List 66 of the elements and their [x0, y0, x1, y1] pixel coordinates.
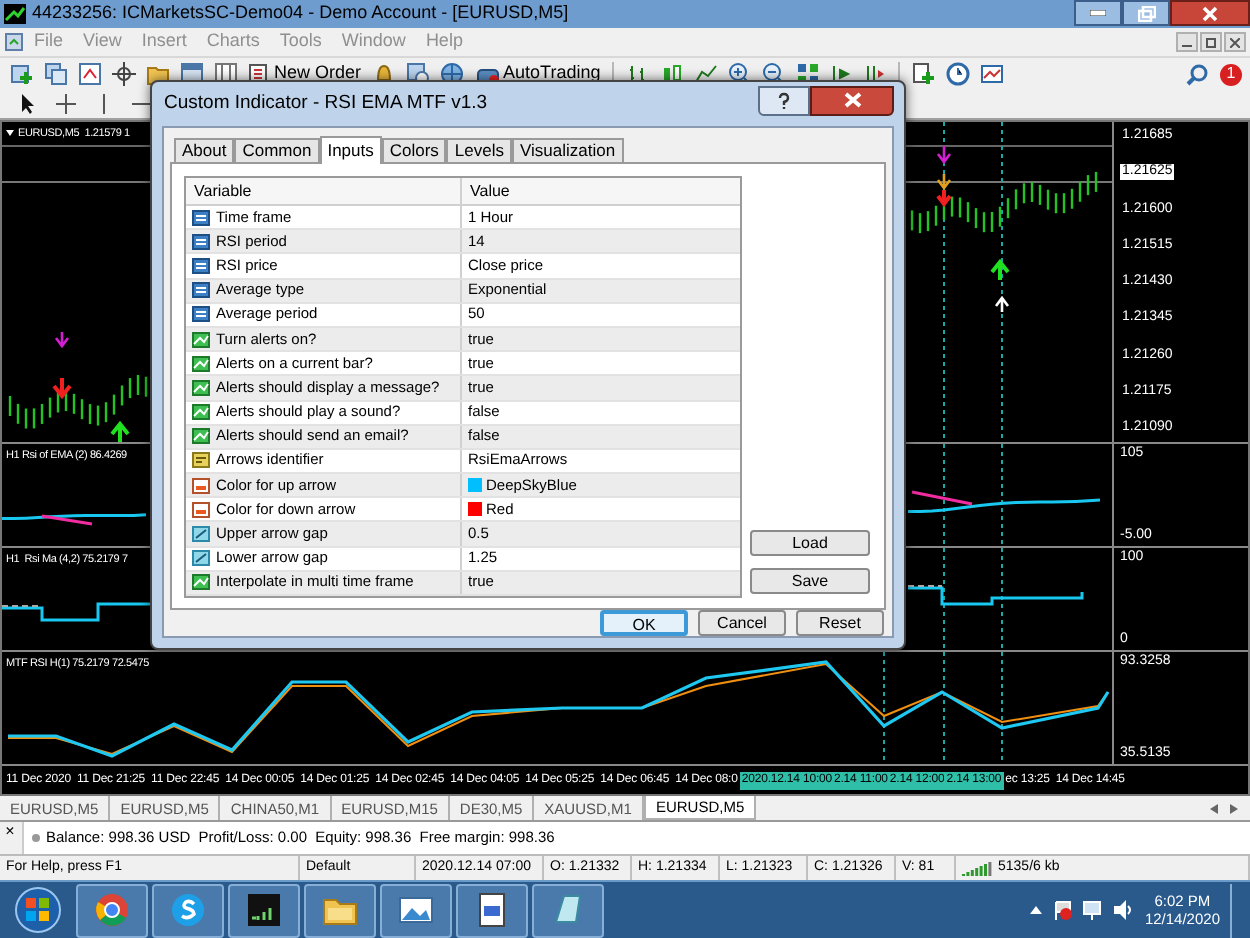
taskbar-app-button[interactable] [152, 883, 224, 937]
taskbar-app-button[interactable] [228, 883, 300, 937]
document-icon [4, 32, 24, 52]
close-button[interactable] [1170, 0, 1250, 26]
profiles-icon[interactable] [40, 60, 70, 88]
speaker-icon[interactable] [1112, 900, 1135, 920]
network-icon[interactable] [1082, 900, 1103, 920]
action-center-flag-icon[interactable] [1052, 900, 1073, 920]
app-icon [4, 4, 26, 24]
terminal-close-button[interactable]: × [2, 824, 18, 840]
connection-bars-icon [962, 860, 994, 876]
close-icon [843, 92, 861, 108]
fraction-icon [192, 526, 210, 543]
navigator-icon[interactable] [74, 60, 104, 88]
add-indicator-icon[interactable] [908, 60, 939, 88]
trading-app-icon [244, 890, 284, 930]
column-header: Value [468, 180, 512, 204]
load-button[interactable]: Load [750, 530, 870, 556]
dialog-tab[interactable]: About [174, 138, 235, 162]
text-icon [192, 452, 210, 469]
status-dot-icon [32, 834, 40, 842]
chart-line-icon [192, 331, 210, 348]
templates-icon[interactable] [976, 60, 1007, 88]
scroll-left-icon[interactable] [1210, 804, 1218, 814]
dialog-tab[interactable]: Inputs [319, 136, 382, 164]
show-hidden-icons-icon[interactable] [1030, 906, 1043, 914]
ok-button[interactable]: OK [600, 610, 688, 636]
search-icon[interactable] [1186, 63, 1208, 85]
crosshair-move-icon[interactable] [108, 60, 138, 88]
help-button[interactable] [758, 85, 810, 115]
save-button[interactable]: Save [750, 568, 870, 594]
dialog-tab[interactable]: Visualization [512, 138, 624, 162]
close-button[interactable] [810, 85, 894, 115]
dialog-tab[interactable]: Levels [446, 138, 512, 162]
close-icon [1202, 5, 1218, 21]
scroll-right-icon[interactable] [1230, 804, 1238, 814]
dialog-tab[interactable]: Common [234, 138, 320, 162]
taskbar-app-button[interactable] [380, 883, 452, 937]
fraction-icon [192, 550, 210, 567]
chat-app-icon [168, 890, 208, 930]
dropdown-icon[interactable] [6, 130, 14, 136]
reset-button[interactable]: Reset [796, 610, 884, 636]
restore-icon [1206, 37, 1216, 47]
taskbar-app-button[interactable] [456, 883, 528, 937]
crosshair-icon[interactable] [50, 90, 80, 118]
help-icon [778, 91, 790, 109]
dialog-tab[interactable]: Colors [381, 138, 447, 162]
close-button[interactable] [1224, 32, 1246, 52]
number-icon [192, 233, 210, 250]
minimize-icon [1090, 10, 1106, 16]
window-title: 44233256: ICMarketsSC-Demo04 - Demo Account - [EURUSD,M5] [32, 0, 569, 27]
dialog-title: Custom Indicator - RSI EMA MTF v1.3 [164, 89, 488, 118]
cancel-button[interactable]: Cancel [698, 610, 786, 636]
start-orb-icon [14, 886, 62, 934]
notification-badge[interactable]: 1 [1220, 63, 1242, 85]
browser-icon [92, 890, 132, 930]
close-icon [1230, 37, 1240, 47]
minimize-button[interactable] [1176, 32, 1198, 52]
maximize-button[interactable] [1122, 0, 1170, 26]
restore-button[interactable] [1200, 32, 1222, 52]
minimize-button[interactable] [1074, 0, 1122, 26]
restore-icon [1137, 5, 1155, 21]
chart-line-icon [192, 379, 210, 396]
column-header: Variable [186, 178, 462, 204]
add-chart-icon[interactable] [6, 60, 36, 88]
clock-icon[interactable] [942, 60, 973, 88]
